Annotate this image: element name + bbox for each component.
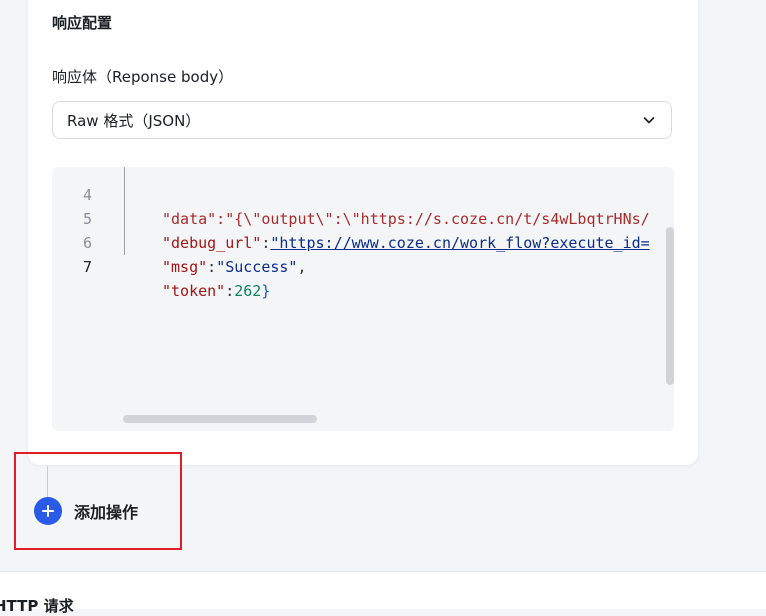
vertical-scrollbar[interactable] — [666, 227, 674, 385]
json-key: "debug_url" — [162, 234, 262, 252]
code-line: 7 "token":262} — [52, 231, 270, 300]
json-key: "msg" — [162, 258, 208, 276]
chevron-down-icon — [643, 117, 655, 124]
json-key: "token" — [162, 282, 226, 300]
json-close-brace: } — [261, 282, 271, 300]
json-url-value[interactable]: "https://www.coze.cn/work_flow?execute_i… — [270, 234, 649, 252]
next-section-bar — [0, 572, 766, 609]
json-string-value: "Success" — [216, 258, 298, 276]
highlight-box — [14, 452, 182, 550]
code-line: 4 "data":"{\"output\":\"https://s.coze.c… — [52, 167, 650, 228]
response-format-value: Raw 格式（JSON） — [67, 111, 201, 130]
code-text: "data":"{\"output\":\"https://s.coze.cn/… — [162, 210, 650, 228]
horizontal-scrollbar[interactable] — [123, 415, 317, 423]
json-colon: : — [225, 282, 235, 300]
http-request-title[interactable]: HTTP 请求 — [0, 595, 74, 616]
code-editor[interactable]: 4 "data":"{\"output\":\"https://s.coze.c… — [52, 167, 674, 431]
code-line: 5 "debug_url":"https://www.coze.cn/work_… — [52, 183, 650, 252]
indent-guide — [124, 167, 125, 255]
response-config-card: 响应配置 响应体（Reponse body） Raw 格式（JSON） 4 "d… — [28, 0, 698, 465]
divider — [0, 571, 766, 572]
json-comma: , — [297, 258, 307, 276]
line-number: 7 — [82, 258, 92, 276]
section-title: 响应配置 — [52, 14, 113, 32]
code-line: 6 "msg":"Success", — [52, 207, 307, 276]
json-colon: : — [207, 258, 217, 276]
response-format-select[interactable]: Raw 格式（JSON） — [52, 101, 672, 139]
json-number-value: 262 — [234, 282, 262, 300]
response-body-label: 响应体（Reponse body） — [52, 68, 234, 86]
